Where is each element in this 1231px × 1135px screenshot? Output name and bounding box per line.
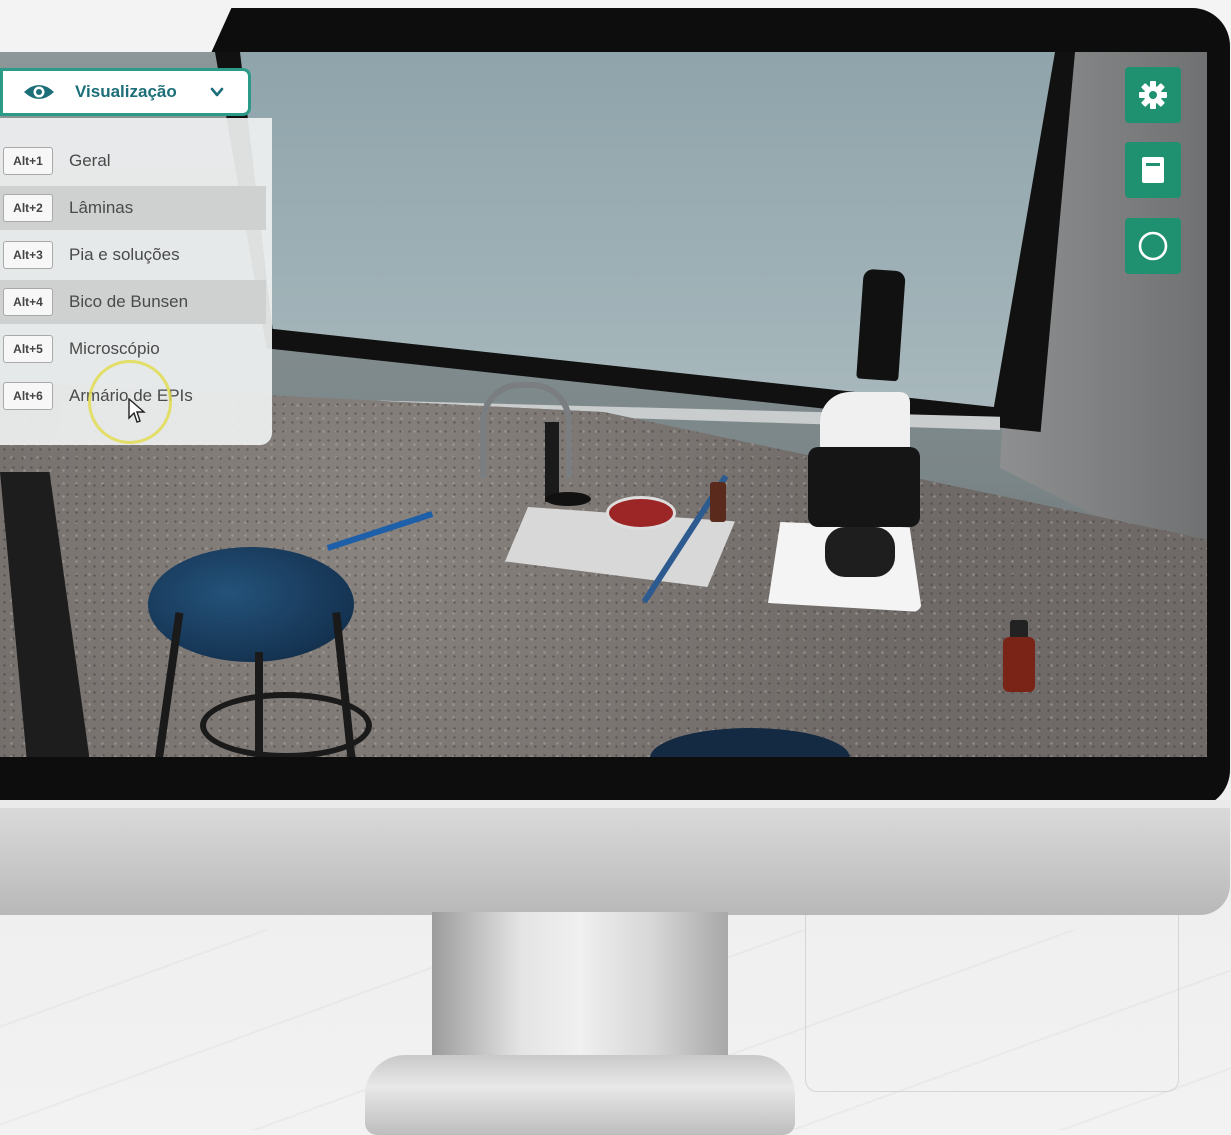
notes-button[interactable] [1125,142,1181,198]
menu-item-label: Bico de Bunsen [69,292,189,311]
bunsen-burner[interactable] [545,422,559,502]
record-button[interactable] [1125,218,1181,274]
shortcut-badge: Alt+4 [3,288,53,316]
menu-item-geral[interactable]: Alt+1 Geral [0,139,266,183]
petri-dish[interactable] [606,496,676,530]
reagent-bottle[interactable] [1003,637,1035,692]
monitor-stand-foot [365,1055,795,1135]
document-icon [1142,157,1164,183]
shortcut-badge: Alt+1 [3,147,53,175]
monitor-stand-neck [432,912,728,1062]
background-card [805,905,1179,1092]
shortcut-badge: Alt+2 [3,194,53,222]
settings-button[interactable] [1125,67,1181,123]
bunsen-burner-base [545,492,591,506]
microscope-objectives[interactable] [808,447,920,527]
gear-icon [1139,81,1167,109]
lab-stool-footring [200,692,372,757]
menu-item-bico-de-bunsen[interactable]: Alt+4 Bico de Bunsen [0,280,266,324]
circle-icon [1138,231,1168,261]
shortcut-badge: Alt+5 [3,335,53,363]
reagent-bottle-small[interactable] [710,482,726,522]
shortcut-badge: Alt+6 [3,382,53,410]
menu-item-laminas[interactable]: Alt+2 Lâminas [0,186,266,230]
eye-icon [24,85,54,99]
visualization-dropdown[interactable]: Visualização [0,68,251,116]
menu-item-label: Microscópio [69,339,160,358]
microscope-focus-knob[interactable] [825,527,895,577]
visualization-label: Visualização [75,82,177,101]
mouse-cursor-icon [128,398,146,423]
menu-item-label: Pia e soluções [69,245,180,264]
menu-item-label: Geral [69,151,111,170]
menu-item-pia-e-solucoes[interactable]: Alt+3 Pia e soluções [0,233,266,277]
monitor-chin [0,800,1230,915]
monitor-corner-reflection [0,0,235,52]
shortcut-badge: Alt+3 [3,241,53,269]
menu-item-label: Lâminas [69,198,134,217]
chevron-down-icon [210,87,224,97]
microscope-eyepiece[interactable] [856,268,906,382]
